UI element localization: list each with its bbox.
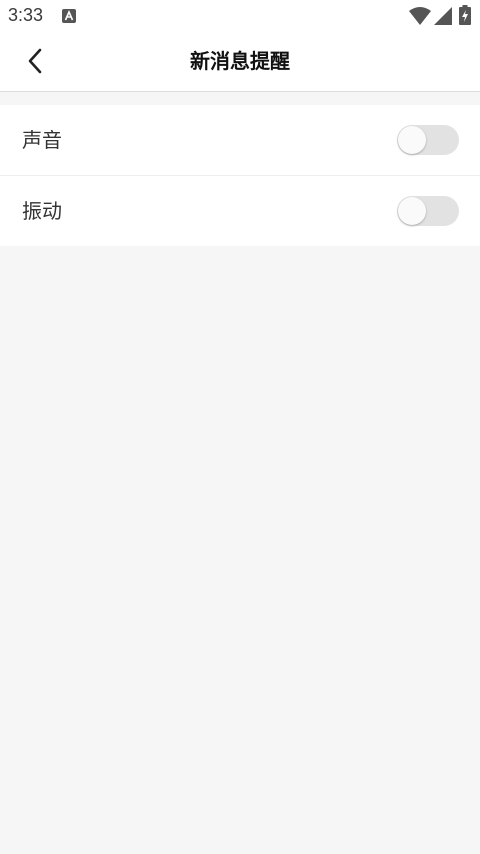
font-a-icon [62, 9, 76, 23]
cell-signal-icon [434, 7, 452, 25]
status-bar: 3:33 [0, 0, 480, 32]
setting-label-sound: 声音 [22, 128, 62, 152]
setting-label-vibration: 振动 [22, 199, 62, 223]
chevron-left-icon [28, 48, 42, 74]
sound-toggle[interactable] [397, 125, 459, 155]
toggle-knob [398, 126, 426, 154]
wifi-icon [409, 7, 431, 25]
navigation-bar: 新消息提醒 [0, 32, 480, 92]
setting-row-vibration: 振动 [0, 176, 480, 246]
back-button[interactable] [18, 44, 52, 78]
status-time: 3:33 [8, 5, 44, 25]
vibration-toggle[interactable] [397, 196, 459, 226]
setting-row-sound: 声音 [0, 105, 480, 176]
battery-charging-icon [459, 5, 471, 25]
settings-list: 声音 振动 [0, 105, 480, 246]
toggle-knob [398, 197, 426, 225]
page-title: 新消息提醒 [190, 49, 290, 73]
